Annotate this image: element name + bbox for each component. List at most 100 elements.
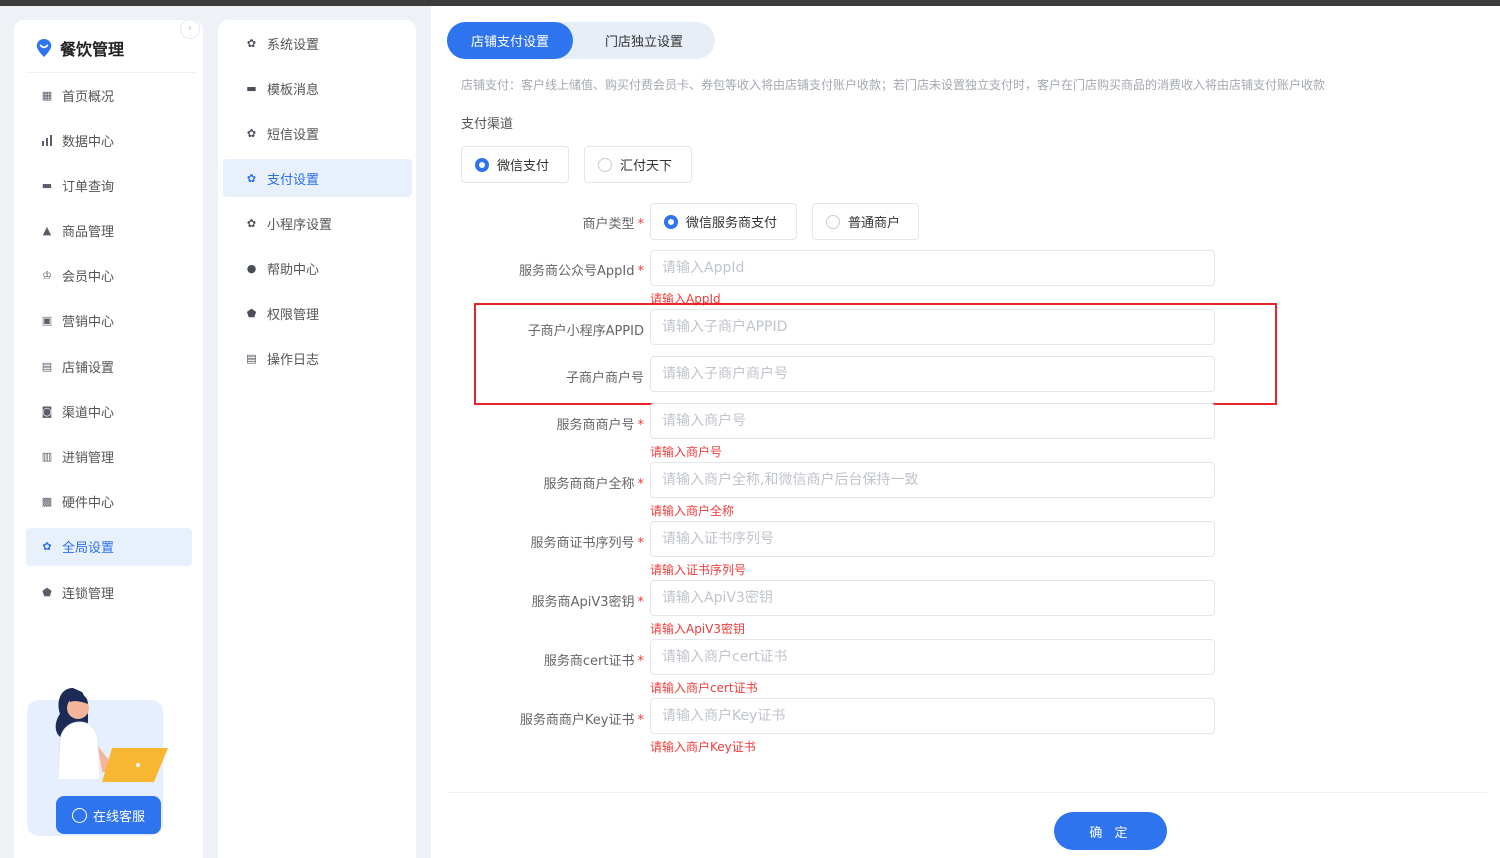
radio-unchecked-icon	[598, 157, 612, 172]
sidebar-item-hardware[interactable]: ▩ 硬件中心	[26, 483, 192, 521]
confirm-button[interactable]: 确 定	[1054, 812, 1167, 850]
merchant-id-field[interactable]	[650, 403, 1215, 439]
log-icon: ▤	[246, 351, 257, 365]
radio-label: 微信服务商支付	[686, 216, 778, 231]
required-mark: *	[637, 595, 645, 610]
shield-icon: ⬟	[246, 306, 257, 320]
subnav-item-label: 操作日志	[267, 352, 320, 368]
sidebar-item-label: 会员中心	[62, 270, 115, 286]
online-service-button[interactable]: 在线客服	[56, 796, 161, 834]
main-panel: 店铺支付设置 门店独立设置 店铺支付：客户线上储值、购买付费会员卡、券包等收入将…	[431, 6, 1500, 858]
crown-icon: ♔	[42, 269, 52, 283]
channel-icon: ◙	[41, 404, 53, 418]
subnav-item-permissions[interactable]: ⬟ 权限管理	[223, 294, 412, 332]
sidebar-item-label: 订单查询	[62, 179, 115, 195]
subnav-item-payment[interactable]: ✿ 支付设置	[223, 159, 412, 197]
merchant-id-input[interactable]	[662, 413, 1214, 429]
radio-wechat-pay[interactable]: 微信支付	[461, 146, 569, 183]
label-text: 服务商商户号	[556, 418, 635, 433]
subnav-item-miniprogram[interactable]: ✿ 小程序设置	[223, 204, 412, 242]
radio-normal-merchant[interactable]: 普通商户	[812, 203, 919, 240]
merchant-name-error: 请输入商户全称	[650, 504, 735, 518]
footer-divider	[447, 792, 1487, 793]
subnav-item-label: 系统设置	[267, 37, 320, 53]
subnav-item-system[interactable]: ✿ 系统设置	[223, 24, 412, 62]
payment-channel-label: 支付渠道	[461, 117, 514, 132]
sidebar-item-data[interactable]: 数据中心	[26, 121, 192, 159]
subnav-item-label: 短信设置	[267, 127, 320, 143]
customer-service-illustration	[55, 688, 168, 782]
subnav-item-label: 帮助中心	[267, 262, 320, 278]
required-mark: *	[637, 477, 645, 492]
sidebar-item-inventory[interactable]: ▥ 进销管理	[26, 438, 192, 476]
subnav-item-template-messages[interactable]: ▬ 模板消息	[223, 69, 412, 107]
sidebar-item-label: 营销中心	[62, 315, 115, 331]
hardware-icon: ▩	[41, 495, 53, 509]
merchant-name-field[interactable]	[650, 462, 1215, 498]
tag-icon: ▣	[41, 314, 53, 328]
apiv3-key-field[interactable]	[650, 580, 1215, 616]
sidebar-item-global-settings[interactable]: ✿ 全局设置	[26, 527, 192, 566]
sidebar-item-label: 硬件中心	[62, 496, 115, 512]
field-label-key-file: 服务商商户Key证书 *	[431, 709, 644, 728]
inventory-icon: ▥	[41, 450, 53, 463]
sidebar-item-channels[interactable]: ◙ 渠道中心	[26, 392, 192, 430]
sidebar-item-label: 渠道中心	[62, 405, 115, 421]
list-icon: ▬	[41, 178, 53, 192]
subnav-item-label: 小程序设置	[267, 217, 333, 233]
gear-icon: ✿	[246, 126, 257, 140]
sidebar-item-orders[interactable]: ▬ 订单查询	[26, 166, 192, 204]
bag-icon: ▲	[42, 224, 52, 238]
subnav-item-help[interactable]: ● 帮助中心	[223, 249, 412, 287]
sidebar-item-members[interactable]: ♔ 会员中心	[26, 257, 192, 295]
appid-field[interactable]	[650, 250, 1215, 286]
key-file-input[interactable]	[662, 708, 1214, 724]
secondary-nav: ✿ 系统设置 ▬ 模板消息 ✿ 短信设置 ✿ 支付设置 ✿ 小程序设置 ● 帮助…	[223, 24, 412, 384]
chain-icon: ⬟	[42, 585, 52, 599]
label-text: 服务商商户Key证书	[519, 713, 635, 728]
tab-branch-payment[interactable]: 门店独立设置	[589, 22, 699, 59]
radio-unchecked-icon	[826, 214, 840, 229]
tab-store-payment[interactable]: 店铺支付设置	[447, 22, 573, 59]
settings-tabs: 店铺支付设置 门店独立设置	[447, 22, 715, 59]
chat-icon	[71, 807, 87, 823]
subnav-item-label: 模板消息	[267, 82, 320, 98]
gear-icon: ✿	[246, 216, 257, 230]
payment-notice: 店铺支付：客户线上储值、购买付费会员卡、券包等收入将由店铺支付账户收款；若门店未…	[461, 78, 1326, 92]
radio-checked-icon	[664, 214, 678, 229]
sidebar-item-products[interactable]: ▲ 商品管理	[26, 212, 192, 250]
sidebar-item-store[interactable]: ▤ 店铺设置	[26, 347, 192, 385]
appid-input[interactable]	[662, 260, 1214, 276]
bar-chart-icon	[40, 133, 54, 147]
label-text: 服务商公众号AppId	[519, 264, 635, 279]
app-title: 餐饮管理	[60, 40, 125, 59]
label-text: 服务商证书序列号	[530, 536, 635, 551]
label-text: 服务商cert证书	[543, 654, 635, 669]
info-icon: ●	[246, 261, 257, 275]
cert-file-field[interactable]	[650, 639, 1215, 675]
key-file-field[interactable]	[650, 698, 1215, 734]
divider	[26, 72, 196, 73]
subnav-item-sms[interactable]: ✿ 短信设置	[223, 114, 412, 152]
radio-wechat-service-provider[interactable]: 微信服务商支付	[650, 203, 797, 240]
cert-serial-field[interactable]	[650, 521, 1215, 557]
primary-nav: ▦ 首页概况 数据中心 ▬ 订单查询 ▲ 商品管理 ♔ 会员中心 ▣ 营销中心 …	[26, 76, 192, 618]
apiv3-key-input[interactable]	[662, 590, 1214, 606]
highlight-annotation-box	[474, 303, 1277, 405]
merchant-name-input[interactable]	[662, 472, 1214, 488]
cert-file-input[interactable]	[662, 649, 1214, 665]
field-label-appid: 服务商公众号AppId *	[431, 260, 644, 279]
radio-huifu[interactable]: 汇付天下	[584, 146, 692, 183]
radio-label: 汇付天下	[620, 159, 673, 174]
sidebar-item-label: 店铺设置	[62, 360, 115, 376]
brand: 餐饮管理	[36, 36, 124, 60]
merchant-type-label: 商户类型 *	[431, 213, 644, 232]
cert-serial-input[interactable]	[662, 531, 1214, 547]
subnav-item-operation-log[interactable]: ▤ 操作日志	[223, 339, 412, 377]
sidebar-item-marketing[interactable]: ▣ 营销中心	[26, 302, 192, 340]
sidebar-item-chain[interactable]: ⬟ 连锁管理	[26, 573, 192, 611]
sidebar-item-home[interactable]: ▦ 首页概况	[26, 76, 192, 114]
gear-icon: ✿	[42, 540, 52, 554]
store-icon: ▤	[41, 359, 53, 373]
collapse-sidebar-button[interactable]: ‹	[180, 19, 200, 39]
